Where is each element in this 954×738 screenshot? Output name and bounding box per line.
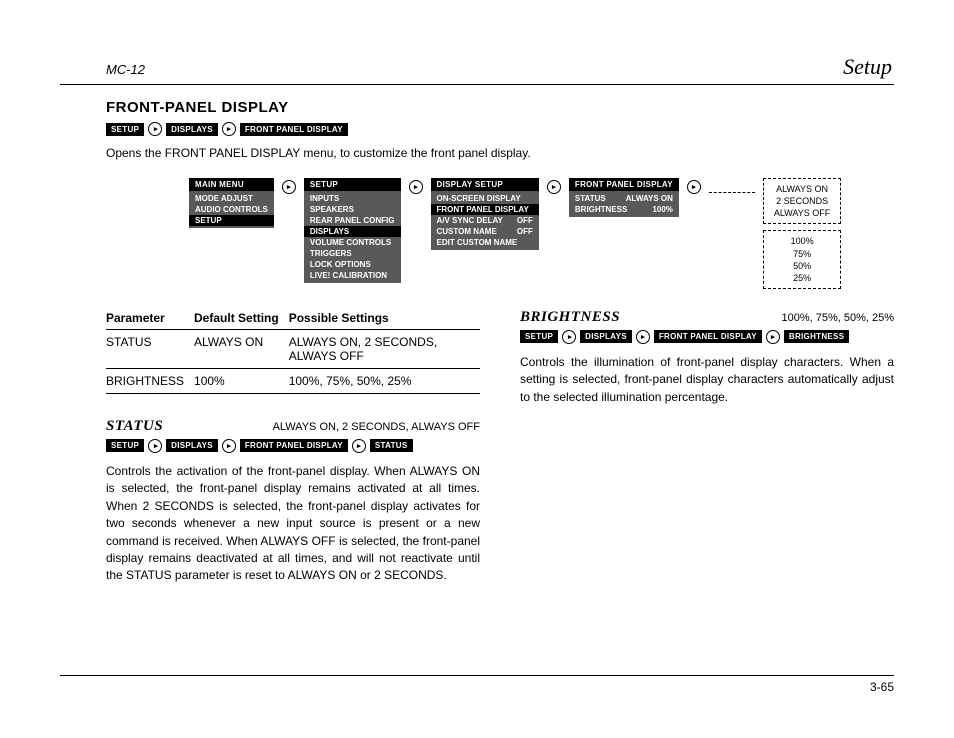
table-row: STATUSALWAYS ONALWAYS ON, 2 SECONDS, ALW… (106, 329, 480, 368)
arrow-right-icon (222, 122, 236, 136)
header-model: MC-12 (106, 62, 145, 77)
arrow-right-icon (547, 180, 561, 194)
dashed-connector (709, 192, 755, 193)
menu-item: DISPLAYS (304, 226, 401, 237)
arrow-right-icon (562, 330, 576, 344)
menu-main-title: MAIN MENU (189, 178, 274, 191)
menu-item: SPEAKERS (304, 204, 401, 215)
table-cell: STATUS (106, 329, 194, 368)
menu-item: EDIT CUSTOM NAME (431, 237, 539, 248)
menu-item: CUSTOM NAMEOFF (431, 226, 539, 237)
menu-item: TRIGGERS (304, 248, 401, 259)
table-cell: 100% (194, 368, 289, 393)
header-section: Setup (843, 54, 892, 80)
table-header: Default Setting (194, 309, 289, 330)
crumb-pill: BRIGHTNESS (784, 330, 849, 343)
menu-item: AUDIO CONTROLS (189, 204, 274, 215)
crumb-pill: SETUP (106, 439, 144, 452)
status-name: STATUS (106, 418, 163, 435)
arrow-right-icon (766, 330, 780, 344)
menu-setup-title: SETUP (304, 178, 401, 191)
brightness-name: BRIGHTNESS (520, 309, 620, 326)
brightness-breadcrumb: SETUP DISPLAYS FRONT PANEL DISPLAY BRIGHTNE… (520, 330, 894, 344)
parameters-table: Parameter Default Setting Possible Setti… (106, 309, 480, 394)
table-header: Parameter (106, 309, 194, 330)
table-cell: BRIGHTNESS (106, 368, 194, 393)
menu-setup: SETUP INPUTSSPEAKERSREAR PANEL CONFIGDIS… (304, 178, 401, 283)
table-cell: 100%, 75%, 50%, 25% (289, 368, 480, 393)
arrow-right-icon (687, 180, 701, 194)
arrow-right-icon (636, 330, 650, 344)
menu-item: LIVE! CALIBRATION (304, 270, 401, 281)
brightness-heading: BRIGHTNESS 100%, 75%, 50%, 25% (520, 309, 894, 326)
crumb-pill: STATUS (370, 439, 413, 452)
menu-item: FRONT PANEL DISPLAY (431, 204, 539, 215)
menu-item: STATUSALWAYS ON (569, 193, 679, 204)
crumb-front-panel: FRONT PANEL DISPLAY (240, 123, 348, 136)
left-column: Parameter Default Setting Possible Setti… (106, 309, 480, 585)
menu-item: REAR PANEL CONFIG (304, 215, 401, 226)
arrow-right-icon (222, 439, 236, 453)
crumb-pill: DISPLAYS (580, 330, 632, 343)
crumb-pill: FRONT PANEL DISPLAY (240, 439, 348, 452)
table-cell: ALWAYS ON, 2 SECONDS, ALWAYS OFF (289, 329, 480, 368)
crumb-setup: SETUP (106, 123, 144, 136)
menu-flow: MAIN MENU MODE ADJUSTAUDIO CONTROLSSETUP… (106, 178, 894, 289)
crumb-pill: SETUP (520, 330, 558, 343)
menu-item: INPUTS (304, 193, 401, 204)
arrow-right-icon (148, 439, 162, 453)
menu-display-title: DISPLAY SETUP (431, 178, 539, 191)
breadcrumb: SETUP DISPLAYS FRONT PANEL DISPLAY (106, 122, 894, 136)
menu-item: ON-SCREEN DISPLAY (431, 193, 539, 204)
table-row: BRIGHTNESS100%100%, 75%, 50%, 25% (106, 368, 480, 393)
page-footer: 3-65 (60, 675, 894, 694)
menu-item: LOCK OPTIONS (304, 259, 401, 270)
brightness-options-text: 100%, 75%, 50%, 25% (781, 312, 894, 324)
right-column: BRIGHTNESS 100%, 75%, 50%, 25% SETUP DISP… (520, 309, 894, 585)
brightness-body: Controls the illumination of front-panel… (520, 354, 894, 406)
page-title: FRONT-PANEL DISPLAY (106, 99, 894, 116)
intro-text: Opens the FRONT PANEL DISPLAY menu, to c… (106, 146, 894, 160)
menu-item: MODE ADJUST (189, 193, 274, 204)
arrow-right-icon (148, 122, 162, 136)
status-breadcrumb: SETUP DISPLAYS FRONT PANEL DISPLAY STATUS (106, 439, 480, 453)
menu-item: SETUP (189, 215, 274, 226)
crumb-displays: DISPLAYS (166, 123, 218, 136)
status-options-text: ALWAYS ON, 2 SECONDS, ALWAYS OFF (273, 421, 480, 433)
running-header: MC-12 Setup (60, 54, 894, 85)
menu-front-panel: FRONT PANEL DISPLAY STATUSALWAYS ONBRIGH… (569, 178, 679, 217)
status-heading: STATUS ALWAYS ON, 2 SECONDS, ALWAYS OFF (106, 418, 480, 435)
table-header: Possible Settings (289, 309, 480, 330)
status-body: Controls the activation of the front-pan… (106, 463, 480, 585)
menu-front-title: FRONT PANEL DISPLAY (569, 178, 679, 191)
menu-main: MAIN MENU MODE ADJUSTAUDIO CONTROLSSETUP (189, 178, 274, 228)
crumb-pill: FRONT PANEL DISPLAY (654, 330, 762, 343)
status-options-box: ALWAYS ON2 SECONDSALWAYS OFF (763, 178, 841, 224)
arrow-right-icon (352, 439, 366, 453)
menu-item: BRIGHTNESS100% (569, 204, 679, 215)
menu-item: A/V SYNC DELAYOFF (431, 215, 539, 226)
arrow-right-icon (282, 180, 296, 194)
page-number: 3-65 (870, 680, 894, 694)
menu-display-setup: DISPLAY SETUP ON-SCREEN DISPLAYFRONT PAN… (431, 178, 539, 250)
crumb-pill: DISPLAYS (166, 439, 218, 452)
arrow-right-icon (409, 180, 423, 194)
menu-item: VOLUME CONTROLS (304, 237, 401, 248)
brightness-options-box: 100%75%50%25% (763, 230, 841, 289)
table-cell: ALWAYS ON (194, 329, 289, 368)
